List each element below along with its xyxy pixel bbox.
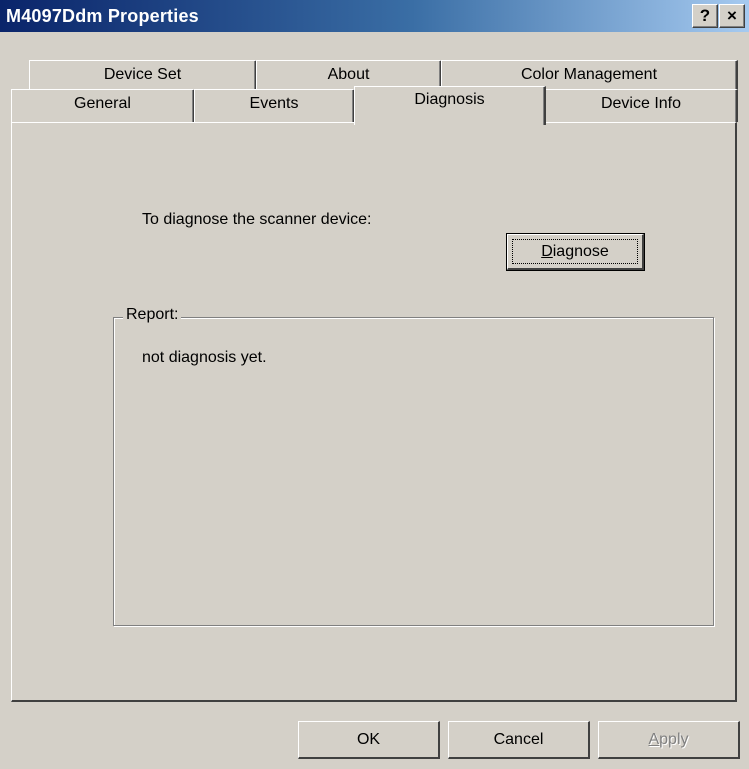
diagnose-button[interactable]: Diagnose [506,233,645,271]
tab-general[interactable]: General [11,89,195,122]
cancel-button[interactable]: Cancel [448,721,590,759]
tab-general-label: General [74,95,131,112]
report-text: not diagnosis yet. [142,349,267,366]
tab-about-label: About [327,66,370,83]
apply-button[interactable]: Apply [598,721,740,759]
diagnose-prompt: To diagnose the scanner device: [142,211,372,228]
close-icon: × [727,6,737,25]
tab-diagnosis-label: Diagnosis [414,91,485,108]
tab-events[interactable]: Events [194,89,355,122]
help-button[interactable]: ? [692,4,718,28]
tab-events-label: Events [249,95,299,112]
tab-color-management-label: Color Management [520,66,658,83]
title-bar[interactable]: M4097Ddm Properties ? × [0,0,749,32]
ok-button-label: OK [356,731,381,748]
tab-device-set-label: Device Set [103,66,182,83]
window-title: M4097Ddm Properties [6,6,199,26]
tab-device-set[interactable]: Device Set [29,60,257,89]
cancel-button-label: Cancel [493,731,544,748]
ok-button[interactable]: OK [298,721,440,759]
tab-diagnosis[interactable]: Diagnosis [354,86,546,125]
tab-color-management[interactable]: Color Management [441,60,738,89]
tab-about[interactable]: About [256,60,442,89]
close-button[interactable]: × [719,4,745,28]
tab-device-info[interactable]: Device Info [545,89,738,122]
focus-rectangle [512,239,638,264]
report-group-label: Report: [123,306,182,324]
apply-button-label: Apply [648,731,689,748]
help-icon: ? [699,6,711,25]
tab-device-info-label: Device Info [600,95,682,112]
